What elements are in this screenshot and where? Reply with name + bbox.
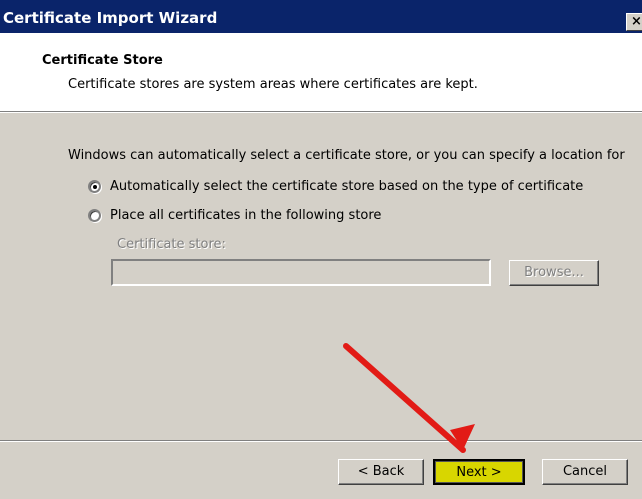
window-titlebar: Certificate Import Wizard × bbox=[0, 0, 642, 33]
unselected-radio-icon[interactable] bbox=[88, 208, 101, 222]
store-selection-description: Windows can automatically select a certi… bbox=[68, 148, 625, 163]
wizard-header: Certificate Store Certificate stores are… bbox=[0, 33, 642, 111]
next-button[interactable]: Next > bbox=[433, 459, 525, 485]
close-button[interactable]: × bbox=[626, 13, 642, 31]
certificate-store-label: Certificate store: bbox=[117, 237, 226, 252]
selected-radio-icon[interactable] bbox=[88, 179, 101, 193]
automatic-store-label[interactable]: Automatically select the certificate sto… bbox=[110, 179, 583, 194]
footer-divider-highlight bbox=[0, 441, 642, 442]
window-title: Certificate Import Wizard bbox=[3, 9, 218, 27]
certificate-store-field bbox=[111, 259, 491, 286]
back-button[interactable]: < Back bbox=[338, 459, 424, 485]
specified-store-option[interactable]: Place all certificates in the following … bbox=[88, 206, 381, 224]
page-title: Certificate Store bbox=[42, 53, 163, 68]
browse-button: Browse... bbox=[509, 260, 599, 286]
specified-store-label[interactable]: Place all certificates in the following … bbox=[110, 208, 381, 223]
certificate-import-wizard-window: Certificate Import Wizard × Certificate … bbox=[0, 0, 642, 499]
close-icon: × bbox=[631, 14, 642, 29]
header-divider-highlight bbox=[0, 112, 642, 113]
automatic-store-option[interactable]: Automatically select the certificate sto… bbox=[88, 177, 583, 195]
cancel-button[interactable]: Cancel bbox=[542, 459, 628, 485]
page-subtitle: Certificate stores are system areas wher… bbox=[68, 77, 478, 92]
